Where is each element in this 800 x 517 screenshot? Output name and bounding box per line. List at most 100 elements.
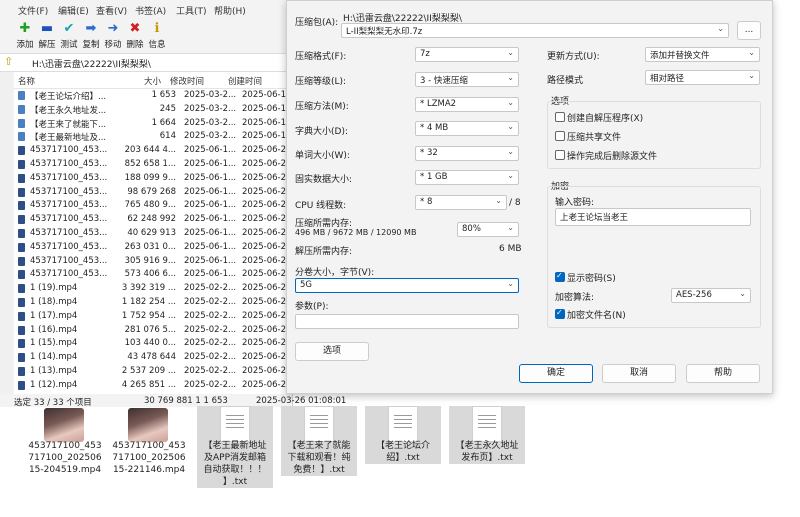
video-file-icon bbox=[18, 339, 25, 349]
show-password-checkbox[interactable] bbox=[555, 271, 565, 282]
desktop-item-label[interactable]: 453717100_453 717100_202506 15-204519.mp4 bbox=[22, 440, 108, 476]
sfx-label: 创建自解压程序(X) bbox=[567, 114, 644, 124]
sfx-checkbox[interactable] bbox=[555, 112, 565, 122]
help-button[interactable]: 帮助 bbox=[686, 364, 760, 383]
dictionary-select[interactable]: * 4 MB ⌄ bbox=[415, 121, 519, 136]
encryption-method-select[interactable]: AES-256 ⌄ bbox=[671, 288, 751, 303]
split-size-combo[interactable]: 5G ⌄ bbox=[295, 278, 519, 293]
video-thumbnail[interactable] bbox=[44, 408, 84, 442]
table-row[interactable]: 【老王最新地址及... 614 2025-03-2... 2025-06-1... bbox=[14, 130, 292, 144]
table-row[interactable]: 453717100_453... 263 031 0... 2025-06-1...… bbox=[14, 241, 292, 255]
file-rows: 【老王论坛介绍】... 1 653 2025-03-2... 2025-06-1...… bbox=[14, 89, 292, 393]
table-row[interactable]: 453717100_453... 765 480 9... 2025-06-1...… bbox=[14, 199, 292, 213]
desktop-item-label[interactable]: 【老王来了就能 下载和观看！纯 免费！】.txt bbox=[282, 440, 356, 476]
table-row[interactable]: 【老王论坛介绍】... 1 653 2025-03-2... 2025-06-1... bbox=[14, 89, 292, 103]
file-created: 2025-06-2... bbox=[242, 352, 292, 363]
menu-view[interactable]: 查看(V) bbox=[96, 4, 127, 17]
path-field[interactable]: H:\迅雷云盘\22222\II梨梨梨\ bbox=[32, 57, 151, 70]
encrypt-names-checkbox[interactable] bbox=[555, 308, 565, 319]
menu-bookmarks[interactable]: 书签(A) bbox=[135, 4, 166, 17]
table-row[interactable]: 1 (12).mp4 4 265 851 ... 2025-02-2... 2025-… bbox=[14, 379, 292, 393]
cancel-button[interactable]: 取消 bbox=[602, 364, 676, 383]
file-size: 103 440 0... bbox=[124, 338, 176, 349]
desktop-item-label[interactable]: 【老王最新地址 及APP消发邮箱 自动获取！！！ 】.txt bbox=[198, 440, 272, 488]
video-file-icon bbox=[18, 284, 25, 294]
info-button[interactable]: ℹ 信息 bbox=[146, 20, 168, 52]
menu-tools[interactable]: 工具(T) bbox=[176, 4, 207, 17]
column-modified[interactable]: 修改时间 bbox=[170, 75, 204, 87]
text-file-icon[interactable] bbox=[472, 406, 502, 442]
word-size-select[interactable]: * 32 ⌄ bbox=[415, 146, 519, 161]
file-name: 453717100_453... bbox=[30, 269, 108, 280]
ok-button[interactable]: 确定 bbox=[519, 364, 593, 383]
cpu-threads-select[interactable]: * 8 ⌄ bbox=[415, 195, 507, 210]
test-button[interactable]: ✔ 测试 bbox=[58, 20, 80, 52]
file-created: 2025-06-2... bbox=[242, 379, 292, 390]
column-created[interactable]: 创建时间 bbox=[228, 75, 262, 87]
table-row[interactable]: 1 (16).mp4 281 076 5... 2025-02-2... 2025-0… bbox=[14, 324, 292, 338]
table-row[interactable]: 453717100_453... 188 099 9... 2025-06-1...… bbox=[14, 172, 292, 186]
file-size: 245 bbox=[159, 103, 176, 114]
chevron-down-icon: ⌄ bbox=[507, 171, 514, 180]
shared-files-checkbox[interactable] bbox=[555, 131, 565, 141]
file-size: 573 406 6... bbox=[124, 269, 176, 280]
table-row[interactable]: 1 (15).mp4 103 440 0... 2025-02-2... 2025-0… bbox=[14, 337, 292, 351]
path-mode-label: 路径模式 bbox=[547, 76, 584, 86]
copy-button[interactable]: ➡ 复制 bbox=[80, 20, 102, 52]
method-label: 压缩方法(M): bbox=[295, 102, 349, 112]
solid-size-label: 固实数据大小: bbox=[295, 175, 353, 185]
delete-icon: ✖ bbox=[129, 21, 141, 36]
table-row[interactable]: 453717100_453... 62 248 992 2025-06-1... 20… bbox=[14, 213, 292, 227]
level-label: 压缩等级(L): bbox=[295, 77, 347, 87]
format-select[interactable]: 7z ⌄ bbox=[415, 47, 519, 62]
table-row[interactable]: 1 (17).mp4 1 752 954 ... 2025-02-2... 2025-… bbox=[14, 310, 292, 324]
video-thumbnail[interactable] bbox=[128, 408, 168, 442]
params-input[interactable] bbox=[295, 314, 519, 329]
table-row[interactable]: 453717100_453... 40 629 913 2025-06-1... 20… bbox=[14, 227, 292, 241]
column-size[interactable]: 大小 bbox=[144, 75, 161, 87]
up-folder-icon[interactable]: ⇧ bbox=[4, 55, 13, 68]
menu-bar: 文件(F) 编辑(E) 查看(V) 书签(A) 工具(T) 帮助(H) bbox=[0, 0, 292, 18]
memory-percent-select[interactable]: 80% ⌄ bbox=[457, 222, 519, 237]
table-row[interactable]: 453717100_453... 573 406 6... 2025-06-1...… bbox=[14, 268, 292, 282]
table-row[interactable]: 453717100_453... 852 658 1... 2025-06-1...… bbox=[14, 158, 292, 172]
menu-help[interactable]: 帮助(H) bbox=[214, 4, 246, 17]
chevron-down-icon: ⌄ bbox=[507, 279, 514, 288]
column-name[interactable]: 名称 bbox=[18, 75, 35, 87]
delete-after-checkbox[interactable] bbox=[555, 150, 565, 160]
extract-button[interactable]: ▬ 解压 bbox=[36, 20, 58, 52]
table-row[interactable]: 453717100_453... 98 679 268 2025-06-1... 20… bbox=[14, 186, 292, 200]
level-select[interactable]: 3 - 快速压缩 ⌄ bbox=[415, 72, 519, 87]
add-button[interactable]: ✚ 添加 bbox=[14, 20, 36, 52]
table-row[interactable]: 453717100_453... 203 644 4... 2025-06-1...… bbox=[14, 144, 292, 158]
method-select[interactable]: * LZMA2 ⌄ bbox=[415, 97, 519, 112]
table-row[interactable]: 1 (13).mp4 2 537 209 ... 2025-02-2... 2025-… bbox=[14, 365, 292, 379]
table-row[interactable]: 【老王永久地址发... 245 2025-03-2... 2025-06-1... bbox=[14, 103, 292, 117]
text-file-icon[interactable] bbox=[220, 406, 250, 442]
table-row[interactable]: 1 (18).mp4 1 182 254 ... 2025-02-2... 2025-… bbox=[14, 296, 292, 310]
solid-size-select[interactable]: * 1 GB ⌄ bbox=[415, 170, 519, 185]
delete-button[interactable]: ✖ 删除 bbox=[124, 20, 146, 52]
password-input[interactable]: 上老王论坛当老王 bbox=[555, 208, 751, 226]
move-button[interactable]: ➜ 移动 bbox=[102, 20, 124, 52]
menu-file[interactable]: 文件(F) bbox=[18, 4, 48, 17]
table-row[interactable]: 1 (14).mp4 43 478 644 2025-02-2... 2025-06-… bbox=[14, 351, 292, 365]
menu-edit[interactable]: 编辑(E) bbox=[58, 4, 89, 17]
update-mode-select[interactable]: 添加并替换文件 ⌄ bbox=[645, 47, 760, 62]
options-button[interactable]: 选项 bbox=[295, 342, 369, 361]
desktop-item-label[interactable]: 【老王论坛介 绍】.txt bbox=[366, 440, 440, 464]
desktop-item-label[interactable]: 453717100_453 717100_202506 15-221146.mp4 bbox=[106, 440, 192, 476]
file-list[interactable]: 名称 大小 修改时间 创建时间 【老王论坛介绍】... 1 653 2025-03-… bbox=[14, 72, 292, 394]
table-row[interactable]: 453717100_453... 305 916 9... 2025-06-1...… bbox=[14, 255, 292, 269]
file-created: 2025-06-2... bbox=[242, 310, 292, 321]
file-created: 2025-06-2... bbox=[242, 214, 292, 225]
archive-name-combo[interactable]: L-II梨梨梨无水印.7z ⌄ bbox=[341, 23, 729, 38]
chevron-down-icon: ⌄ bbox=[748, 71, 755, 80]
desktop-item-label[interactable]: 【老王永久地址 发布页】.txt bbox=[450, 440, 524, 464]
text-file-icon[interactable] bbox=[304, 406, 334, 442]
text-file-icon[interactable] bbox=[388, 406, 418, 442]
browse-button[interactable]: ... bbox=[737, 21, 761, 40]
table-row[interactable]: 1 (19).mp4 3 392 319 ... 2025-02-2... 2025-… bbox=[14, 282, 292, 296]
path-mode-select[interactable]: 相对路径 ⌄ bbox=[645, 70, 760, 85]
table-row[interactable]: 【老王来了就能下... 1 664 2025-03-2... 2025-06-1... bbox=[14, 117, 292, 131]
